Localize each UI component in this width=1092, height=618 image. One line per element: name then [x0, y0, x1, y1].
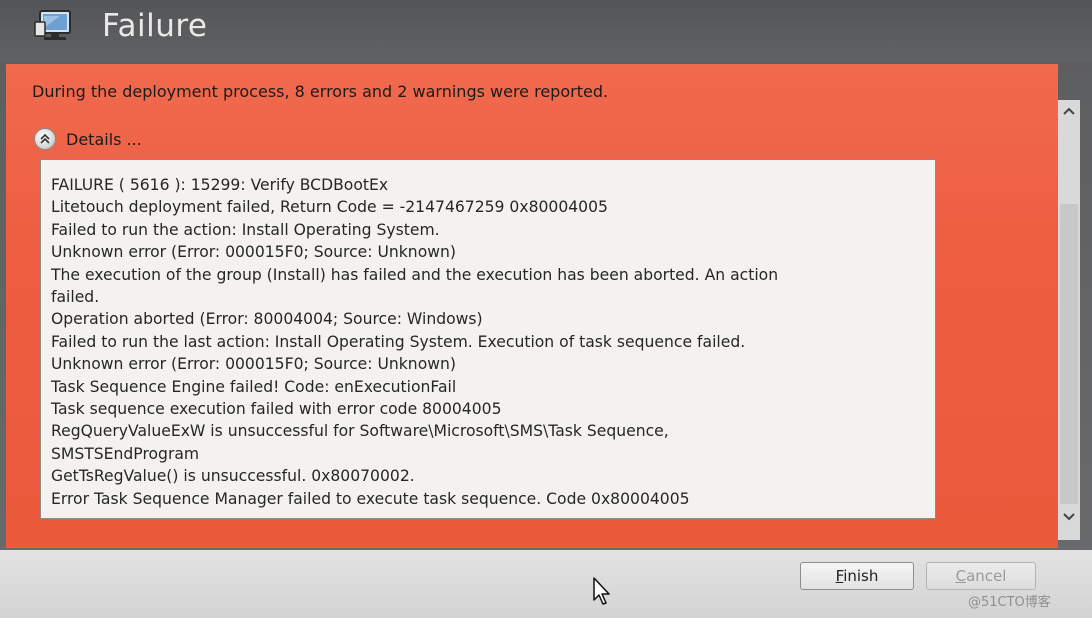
watermark: @51CTO博客: [968, 595, 1051, 610]
details-line: Operation aborted (Error: 80004004; Sour…: [51, 310, 483, 329]
details-line: Litetouch deployment failed, Return Code…: [51, 198, 608, 217]
details-line: The execution of the group (Install) has…: [51, 265, 779, 284]
button-bar: Finish Cancel: [0, 550, 1092, 618]
scroll-down-icon[interactable]: [1058, 506, 1080, 528]
details-line: Task Sequence Engine failed! Code: enExe…: [51, 377, 457, 396]
title-bar: Failure: [0, 0, 1092, 62]
details-line: SMSTSEndProgram: [51, 444, 200, 463]
details-line: Unknown error (Error: 000015F0; Source: …: [51, 243, 456, 262]
summary-message: During the deployment process, 8 errors …: [32, 82, 609, 101]
details-line: FAILURE ( 5616 ): 15299: Verify BCDBootE…: [51, 176, 389, 194]
window-title: Failure: [102, 8, 208, 44]
vertical-scrollbar[interactable]: [1058, 100, 1080, 540]
cancel-button: Cancel: [926, 562, 1036, 590]
scroll-thumb[interactable]: [1060, 204, 1078, 504]
mouse-pointer-icon: [592, 576, 614, 606]
details-line: Error Task Sequence Manager failed to ex…: [51, 489, 690, 508]
details-line: failed.: [51, 288, 100, 307]
computer-monitor-icon: [34, 8, 74, 44]
details-line: GetTsRegValue() is unsuccessful. 0x80070…: [51, 467, 415, 486]
details-line: Failed to run the action: Install Operat…: [51, 220, 440, 239]
failure-panel: During the deployment process, 8 errors …: [6, 64, 1058, 548]
details-line: Unknown error (Error: 000015F0; Source: …: [51, 355, 456, 374]
finish-button[interactable]: Finish: [800, 562, 914, 590]
collapse-chevrons-icon[interactable]: [34, 128, 56, 150]
deployment-wizard-window: Failure During the deployment process, 8…: [0, 0, 1092, 618]
details-label: Details ...: [66, 129, 142, 149]
details-textbox[interactable]: FAILURE ( 5616 ): 15299: Verify BCDBootE…: [40, 159, 936, 519]
cancel-button-label: Cancel: [955, 567, 1007, 585]
finish-button-label: Finish: [835, 567, 879, 585]
details-toggle[interactable]: Details ...: [34, 128, 142, 150]
details-line: RegQueryValueExW is unsuccessful for Sof…: [51, 422, 669, 441]
details-line: Failed to run the last action: Install O…: [51, 332, 746, 351]
details-line: Task sequence execution failed with erro…: [51, 400, 502, 419]
scroll-up-icon[interactable]: [1058, 100, 1080, 122]
